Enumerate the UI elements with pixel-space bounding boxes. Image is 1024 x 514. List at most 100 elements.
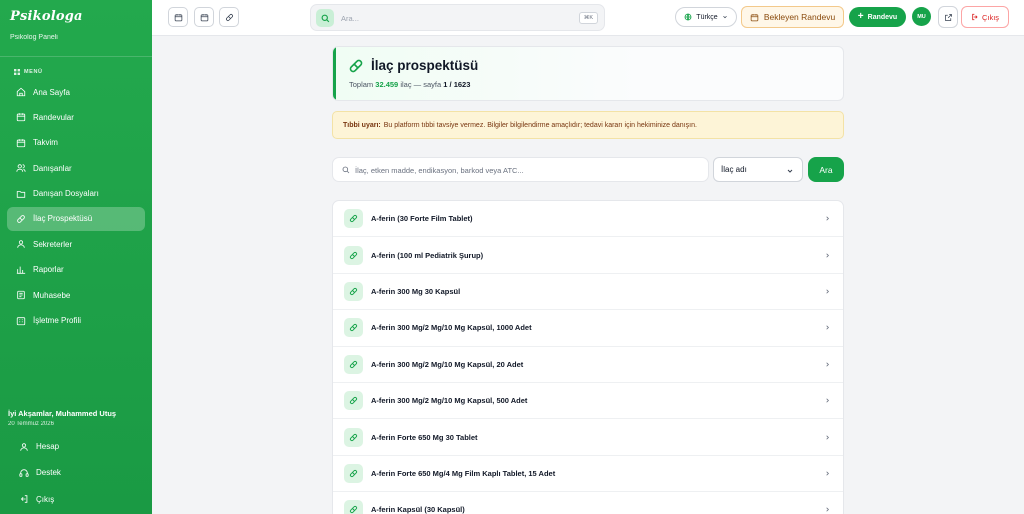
list-item[interactable]: A-ferin Kapsül (30 Kapsül): [333, 492, 843, 514]
sidebar-item-label: Danışan Dosyaları: [33, 189, 99, 199]
global-search-input[interactable]: Ara... ⌘K: [310, 4, 605, 31]
schedule-button[interactable]: [194, 7, 214, 27]
search-icon: [342, 166, 350, 174]
sidebar-item-label: Randevular: [33, 112, 74, 122]
list-item[interactable]: A-ferin Forte 650 Mg/4 Mg Film Kaplı Tab…: [333, 456, 843, 493]
calendar-button[interactable]: [168, 7, 188, 27]
sidebar-item-calendar[interactable]: Takvim: [7, 131, 145, 155]
sidebar-item-label: Raporlar: [33, 265, 64, 275]
medical-warning: Tıbbi uyarı: Bu platform tıbbi tavsiye v…: [332, 111, 844, 139]
sidebar-item-label: İşletme Profili: [33, 316, 82, 326]
pill-icon: [344, 209, 363, 229]
plus-icon: +: [857, 11, 864, 22]
page-title: İlaç prospektüsü: [371, 58, 479, 73]
logout-label: Çıkış: [981, 12, 1000, 22]
sidebar-item-support[interactable]: Destek: [11, 460, 141, 485]
sidebar-item-label: Danışanlar: [33, 163, 72, 173]
add-appointment-label: Randevu: [867, 13, 898, 21]
list-item[interactable]: A-ferin 300 Mg 30 Kapsül: [333, 274, 843, 311]
pill-icon: [344, 318, 363, 338]
sidebar: Psikologa Psikolog Paneli MENÜ Ana Sayfa…: [0, 0, 152, 514]
drug-name: A-ferin Forte 650 Mg/4 Mg Film Kaplı Tab…: [371, 468, 556, 478]
sidebar-item-label: Sekreterler: [33, 239, 73, 249]
sidebar-item-secretaries[interactable]: Sekreterler: [7, 232, 145, 256]
search-field-value: İlaç adı: [721, 165, 747, 174]
pill-icon: [225, 13, 233, 21]
sidebar-item-appointments[interactable]: Randevular: [7, 105, 145, 129]
sidebar-item-label: Muhasebe: [33, 290, 71, 300]
warning-text: Bu platform tıbbi tavsiye vermez. Bilgil…: [383, 121, 697, 129]
grid-icon: [14, 69, 20, 75]
drug-search-input[interactable]: İlaç, etken madde, endikasyon, barkod ve…: [332, 157, 709, 182]
calendar-icon: [174, 13, 182, 21]
warning-label: Tıbbi uyarı:: [343, 121, 381, 129]
users-icon: [16, 164, 26, 172]
sidebar-item-home[interactable]: Ana Sayfa: [7, 80, 145, 104]
search-field-select[interactable]: İlaç adı: [713, 157, 803, 182]
pill-icon: [344, 354, 363, 374]
greeting-date: 20 Temmuz 2026: [8, 421, 54, 427]
building-icon: [16, 316, 26, 325]
sidebar-item-accounting[interactable]: Muhasebe: [7, 283, 145, 307]
drug-name: A-ferin 300 Mg/2 Mg/10 Mg Kapsül, 1000 A…: [371, 323, 532, 333]
chevron-down-icon: [722, 15, 727, 19]
logout-icon: [972, 13, 978, 21]
pill-icon: [344, 427, 363, 447]
sidebar-item-label: Ana Sayfa: [33, 87, 70, 97]
search-button[interactable]: Ara: [808, 157, 844, 182]
chevron-right-icon: [826, 289, 829, 294]
pill-icon: [349, 59, 363, 73]
list-item[interactable]: A-ferin (100 ml Pediatrik Şurup): [333, 237, 843, 274]
pill-icon: [344, 500, 363, 514]
sidebar-item-account[interactable]: Hesap: [11, 434, 141, 459]
open-external-button[interactable]: [938, 6, 958, 28]
sidebar-item-label: İlaç Prospektüsü: [33, 214, 93, 224]
total-prefix: Toplam: [349, 80, 374, 89]
user-icon: [17, 240, 25, 249]
sidebar-item-client-files[interactable]: Danışan Dosyaları: [7, 182, 145, 206]
menu-title-label: MENÜ: [24, 69, 43, 75]
pill-icon: [344, 245, 363, 265]
sidebar-item-business-profile[interactable]: İşletme Profili: [7, 309, 145, 333]
sidebar-item-reports[interactable]: Raporlar: [7, 258, 145, 282]
add-appointment-button[interactable]: + Randevu: [849, 7, 906, 27]
pill-icon: [344, 463, 363, 483]
drug-search-placeholder: İlaç, etken madde, endikasyon, barkod ve…: [355, 166, 524, 175]
chevron-down-icon: [787, 169, 793, 173]
avatar[interactable]: MU: [912, 7, 931, 26]
logout-button[interactable]: Çıkış: [961, 6, 1009, 28]
sidebar-item-label: Destek: [36, 468, 61, 478]
chevron-right-icon: [826, 216, 829, 221]
list-item[interactable]: A-ferin 300 Mg/2 Mg/10 Mg Kapsül, 1000 A…: [333, 310, 843, 347]
pill-icon: [17, 215, 25, 223]
pill-button[interactable]: [219, 7, 239, 27]
brand-logo[interactable]: Psikologa: [10, 9, 83, 24]
sidebar-item-logout[interactable]: Çıkış: [11, 487, 141, 512]
language-select[interactable]: Türkçe: [675, 7, 737, 27]
calendar-icon: [16, 139, 26, 147]
list-item[interactable]: A-ferin (30 Forte Film Tablet): [333, 201, 843, 238]
drug-name: A-ferin Forte 650 Mg 30 Tablet: [371, 432, 478, 442]
sidebar-item-drug-leaflet[interactable]: İlaç Prospektüsü: [7, 206, 145, 231]
chevron-right-icon: [826, 398, 829, 403]
list-item[interactable]: A-ferin 300 Mg/2 Mg/10 Mg Kapsül, 20 Ade…: [333, 347, 843, 383]
language-label: Türkçe: [696, 13, 718, 21]
headset-icon: [19, 469, 29, 477]
sidebar-divider: [0, 56, 152, 57]
external-link-icon: [944, 13, 952, 21]
chevron-right-icon: [826, 434, 829, 440]
brand-subtitle: Psikolog Paneli: [10, 34, 58, 41]
sidebar-item-clients[interactable]: Danışanlar: [7, 156, 145, 180]
total-count: 32.459: [375, 80, 399, 89]
search-icon: [316, 9, 334, 27]
pending-appointments-button[interactable]: Bekleyen Randevu: [741, 6, 844, 28]
pending-label: Bekleyen Randevu: [763, 12, 836, 22]
list-item[interactable]: A-ferin 300 Mg/2 Mg/10 Mg Kapsül, 500 Ad…: [333, 383, 843, 420]
accent-bar: [333, 47, 336, 100]
shortcut-hint: ⌘K: [579, 12, 598, 24]
list-item[interactable]: A-ferin Forte 650 Mg 30 Tablet: [333, 419, 843, 456]
drug-name: A-ferin 300 Mg/2 Mg/10 Mg Kapsül, 500 Ad…: [371, 396, 528, 406]
chevron-right-icon: [826, 362, 829, 367]
page-summary: Toplam 32.459 ilaç — sayfa 1 / 1623: [349, 80, 470, 89]
chevron-right-icon: [826, 325, 829, 330]
